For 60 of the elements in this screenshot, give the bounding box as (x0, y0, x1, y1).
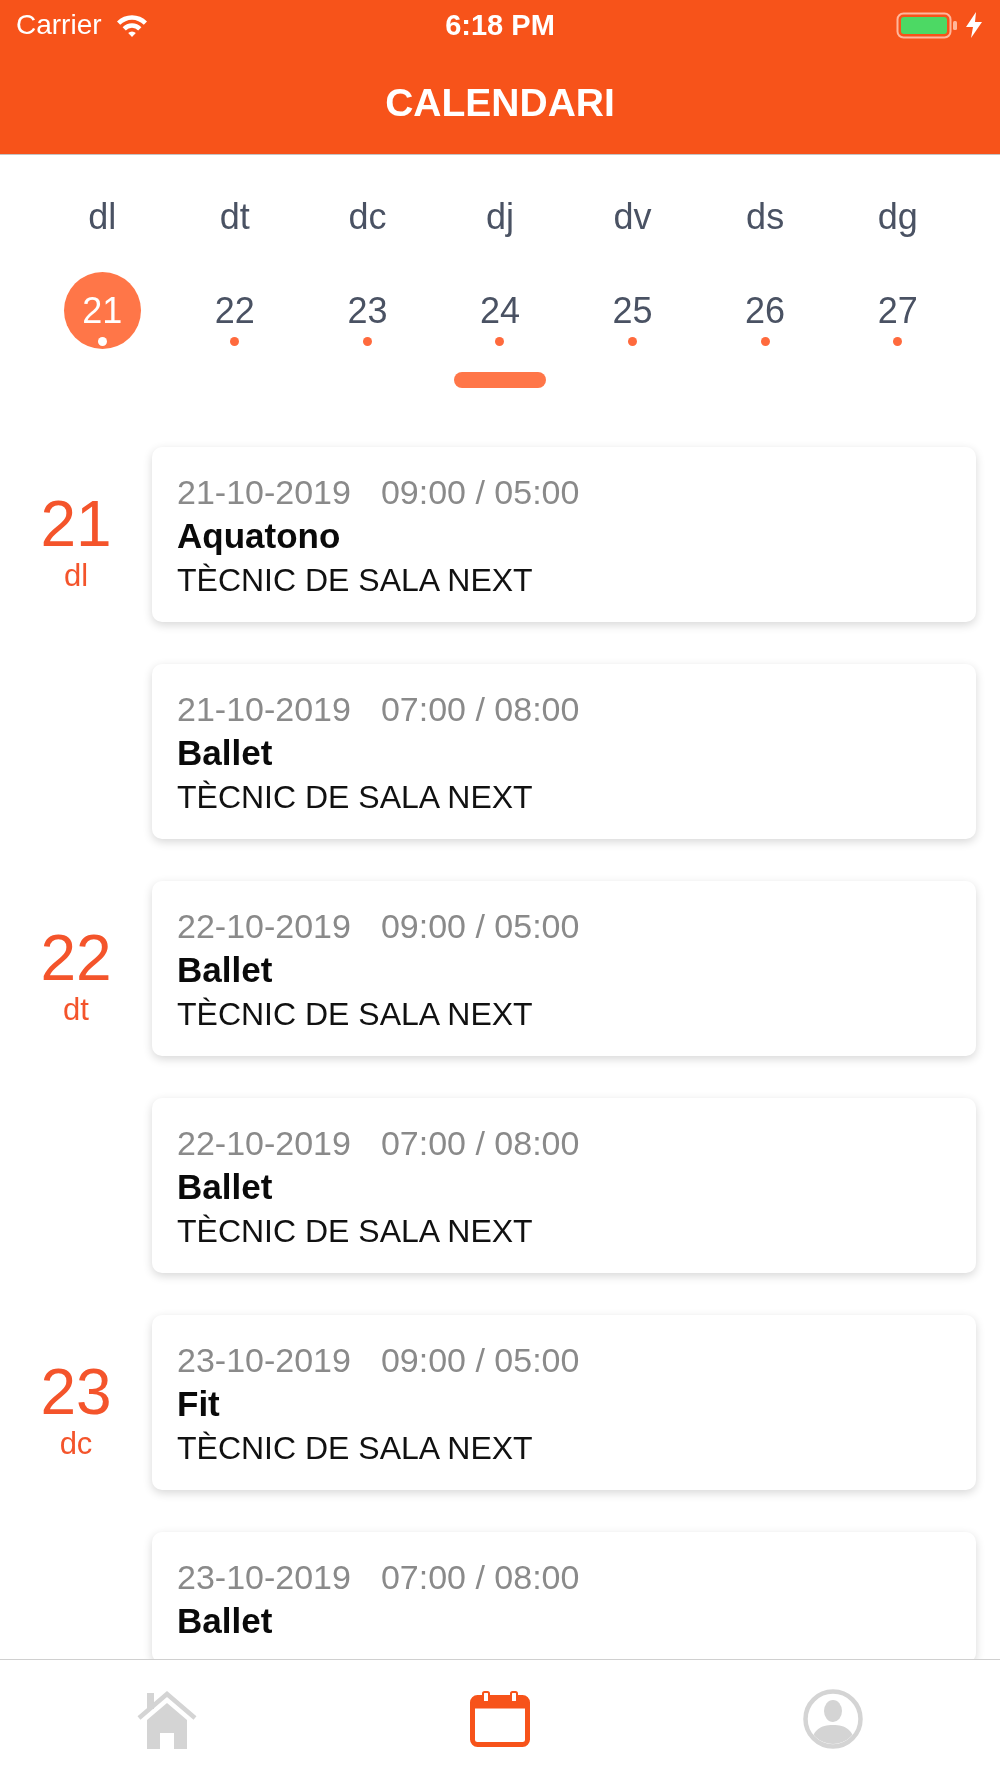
charging-bolt-icon (966, 12, 982, 38)
date-button[interactable]: 27 (859, 272, 937, 349)
day-number: 22 (40, 926, 112, 990)
event-card[interactable]: 21-10-2019 07:00 / 08:00 Ballet TÈCNIC DE SALA NEXT (152, 664, 976, 839)
event-title: Ballet (177, 1166, 273, 1208)
date-button[interactable]: 25 (594, 272, 672, 349)
page-title: CALENDARI (385, 82, 615, 122)
weekday-label: dt (219, 199, 250, 235)
event-date: 21-10-2019 (177, 472, 351, 513)
event-date: 22-10-2019 (177, 1123, 351, 1164)
event-date: 23-10-2019 (177, 1557, 351, 1598)
event-title: Ballet (177, 949, 273, 991)
day-weekday: dl (63, 560, 89, 591)
battery-icon (896, 11, 958, 39)
clock-time: 6:18 PM (445, 10, 555, 40)
date-button[interactable]: 22 (196, 272, 274, 349)
event-card[interactable]: 21-10-2019 09:00 / 05:00 Aquatono TÈCNIC DE SALA NEXT (152, 447, 976, 622)
date-button[interactable]: 23 (328, 272, 406, 349)
profile-tab[interactable] (801, 1687, 866, 1751)
weekday-label: dj (485, 199, 514, 235)
event-role: TÈCNIC DE SALA NEXT (177, 995, 533, 1034)
event-role: TÈCNIC DE SALA NEXT (177, 1212, 533, 1251)
event-title: Aquatono (177, 515, 341, 557)
calendar-icon (470, 1691, 530, 1747)
event-time: 07:00 / 08:00 (380, 1123, 580, 1164)
event-card[interactable]: 22-10-2019 07:00 / 08:00 Ballet TÈCNIC DE SALA NEXT (152, 1098, 976, 1273)
event-title: Ballet (177, 1600, 273, 1642)
event-title: Fit (177, 1383, 220, 1425)
carrier-label: Carrier (16, 11, 102, 39)
user-silhouette-icon (803, 1689, 864, 1749)
event-role: TÈCNIC DE SALA NEXT (177, 561, 533, 600)
day-number: 23 (40, 1360, 112, 1424)
event-time: 07:00 / 08:00 (380, 1557, 580, 1598)
event-role: TÈCNIC DE SALA NEXT (177, 778, 533, 817)
day-weekday: dc (59, 1428, 93, 1459)
event-role: TÈCNIC DE SALA NEXT (177, 1429, 533, 1468)
event-time: 09:00 / 05:00 (380, 1340, 580, 1381)
wifi-icon (115, 12, 148, 38)
event-time: 09:00 / 05:00 (380, 906, 580, 947)
date-button[interactable]: 24 (461, 272, 539, 349)
event-time: 09:00 / 05:00 (380, 472, 580, 513)
weekday-label: dg (877, 199, 918, 235)
event-date: 21-10-2019 (177, 689, 351, 730)
event-title: Ballet (177, 732, 273, 774)
weekday-label: ds (746, 199, 785, 235)
weekday-label: dv (613, 199, 652, 235)
date-button[interactable]: 26 (726, 272, 804, 349)
event-time: 07:00 / 08:00 (380, 689, 580, 730)
event-card[interactable]: 22-10-2019 09:00 / 05:00 Ballet TÈCNIC DE SALA NEXT (152, 881, 976, 1056)
drag-handle[interactable] (454, 372, 546, 388)
weekday-label: dc (348, 199, 387, 235)
weekday-label: dl (88, 199, 117, 235)
event-card[interactable]: 23-10-2019 07:00 / 08:00 Ballet (152, 1532, 976, 1659)
calendar-tab[interactable] (468, 1689, 532, 1749)
day-number: 21 (40, 492, 112, 556)
home-icon (136, 1689, 197, 1749)
day-weekday: dt (63, 994, 89, 1025)
event-card[interactable]: 23-10-2019 09:00 / 05:00 Fit TÈCNIC DE SALA NEXT (152, 1315, 976, 1490)
event-date: 22-10-2019 (177, 906, 351, 947)
event-date: 23-10-2019 (177, 1340, 351, 1381)
